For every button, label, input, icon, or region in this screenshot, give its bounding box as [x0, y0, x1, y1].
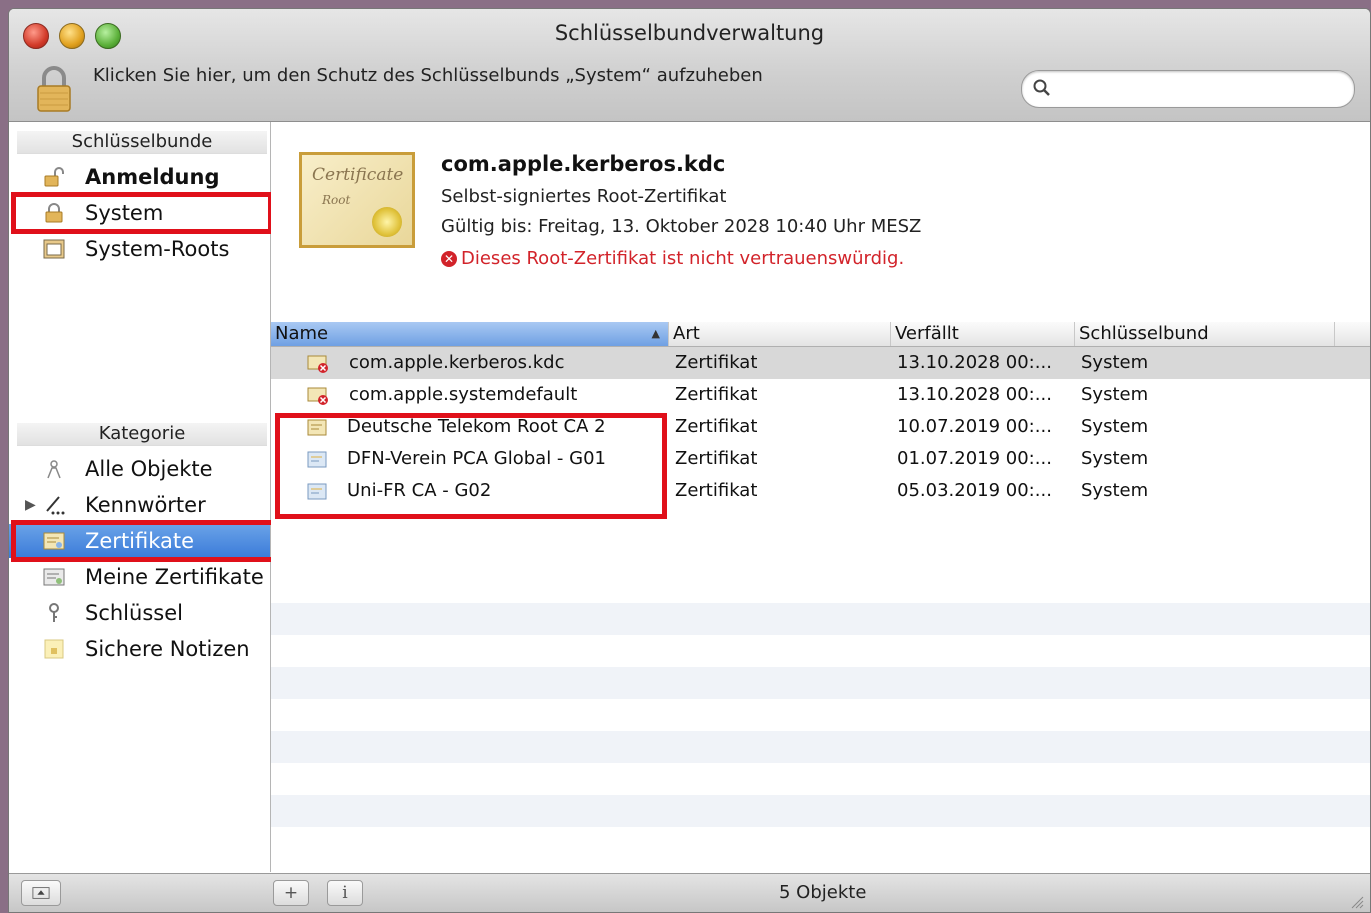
category-header: Kategorie [17, 423, 267, 446]
certificate-validity: Gültig bis: Freitag, 13. Oktober 2028 10… [441, 216, 922, 237]
certificate-subtitle: Selbst-signiertes Root-Zertifikat [441, 186, 727, 207]
cell-keychain: System [1081, 352, 1149, 373]
info-button[interactable]: i [327, 880, 363, 906]
highlight-box-certificates [275, 413, 667, 519]
cell-expires: 01.07.2019 00:... [897, 448, 1052, 469]
key-icon [49, 603, 59, 622]
untrusted-certificate-icon [307, 355, 328, 373]
cell-art: Zertifikat [675, 416, 758, 437]
cell-expires: 05.03.2019 00:... [897, 480, 1052, 501]
sidebar-item-label: Sichere Notizen [85, 637, 250, 661]
certificate-title: com.apple.kerberos.kdc [441, 152, 726, 176]
sidebar-item-label: Schlüssel [85, 601, 183, 625]
cell-keychain: System [1081, 448, 1149, 469]
highlight-box-system [11, 192, 273, 234]
column-header-schluesselbund[interactable]: Schlüsselbund [1075, 322, 1335, 346]
table-row[interactable]: com.apple.kerberos.kdc Zertifikat 13.10.… [271, 347, 1370, 379]
cell-keychain: System [1081, 416, 1149, 437]
cell-art: Zertifikat [675, 480, 758, 501]
all-items-icon [47, 460, 61, 479]
search-icon [1033, 79, 1050, 96]
error-icon: ✕ [441, 251, 457, 267]
table-row[interactable]: com.apple.systemdefault Zertifikat 13.10… [271, 379, 1370, 411]
cell-name: com.apple.systemdefault [349, 384, 578, 405]
sidebar-item-label: Kennwörter [85, 493, 206, 517]
empty-row-stripe [271, 731, 1370, 763]
sidebar-item-alle-objekte[interactable]: Alle Objekte [9, 452, 270, 486]
keychain-window: Schlüsselbundverwaltung Klicken Sie hier… [8, 8, 1371, 913]
seal-icon [372, 207, 402, 237]
cell-art: Zertifikat [675, 352, 758, 373]
password-pen-icon [46, 496, 65, 515]
disclosure-triangle-icon[interactable]: ▶ [25, 488, 36, 522]
cell-art: Zertifikat [675, 448, 758, 469]
trust-warning-text: Dieses Root-Zertifikat ist nicht vertrau… [461, 248, 905, 269]
cell-expires: 13.10.2028 00:... [897, 352, 1052, 373]
main-pane: Certificate Root com.apple.kerberos.kdc … [271, 122, 1370, 872]
search-field[interactable] [1021, 70, 1355, 108]
resize-grip-icon[interactable] [1348, 893, 1364, 909]
empty-row-stripe [271, 667, 1370, 699]
empty-row-stripe [271, 603, 1370, 635]
cell-name: com.apple.kerberos.kdc [349, 352, 565, 373]
certificate-preview-image: Certificate Root [299, 152, 415, 248]
unlock-message[interactable]: Klicken Sie hier, um den Schutz des Schl… [93, 65, 763, 86]
certificate-script-text: Certificate [312, 165, 404, 185]
eject-triangle-icon [32, 887, 50, 899]
sidebar-item-label: Anmeldung [85, 165, 220, 189]
item-count: 5 Objekte [779, 882, 867, 903]
lock-icon[interactable] [35, 65, 73, 113]
toggle-sidebar-button[interactable] [21, 880, 61, 906]
sidebar-item-schluessel[interactable]: Schlüssel [9, 596, 270, 630]
cell-expires: 13.10.2028 00:... [897, 384, 1052, 405]
certificate-root-text: Root [322, 193, 351, 207]
trust-warning: ✕ Dieses Root-Zertifikat ist nicht vertra… [441, 248, 904, 269]
sidebar-item-anmeldung[interactable]: Anmeldung [9, 160, 270, 194]
column-header-art[interactable]: Art [669, 322, 891, 346]
cell-keychain: System [1081, 480, 1149, 501]
column-header-label: Name [275, 323, 329, 344]
unlocked-padlock-icon [44, 167, 64, 187]
sidebar-item-system-roots[interactable]: System-Roots [9, 232, 270, 266]
sidebar-item-kennwoerter[interactable]: ▶ Kennwörter [9, 488, 270, 522]
sort-ascending-icon: ▲ [651, 327, 660, 340]
sidebar: Schlüsselbunde Anmeldung System System-R… [9, 122, 276, 872]
sidebar-item-label: Meine Zertifikate [85, 565, 264, 589]
search-input[interactable] [1058, 77, 1342, 101]
sidebar-item-sichere-notizen[interactable]: Sichere Notizen [9, 632, 270, 666]
window-title: Schlüsselbundverwaltung [554, 21, 825, 45]
sidebar-item-label: Alle Objekte [85, 457, 213, 481]
column-header-name[interactable]: Name ▲ [271, 322, 669, 346]
cell-art: Zertifikat [675, 384, 758, 405]
status-bar: + i 5 Objekte [9, 873, 1370, 912]
cell-keychain: System [1081, 384, 1149, 405]
my-certificate-icon [43, 568, 65, 586]
column-header-verfaellt[interactable]: Verfällt [891, 322, 1075, 346]
empty-row-stripe [271, 795, 1370, 827]
untrusted-certificate-icon [307, 387, 328, 405]
toolbar: Schlüsselbundverwaltung Klicken Sie hier… [9, 9, 1370, 122]
cell-expires: 10.07.2019 00:... [897, 416, 1052, 437]
cabinet-icon [43, 239, 65, 259]
keychains-header: Schlüsselbunde [17, 131, 267, 154]
sidebar-item-meine-zertifikate[interactable]: Meine Zertifikate [9, 560, 270, 594]
table-header: Name ▲ Art Verfällt Schlüsselbund [271, 322, 1370, 347]
highlight-box-zertifikate [11, 520, 276, 562]
sidebar-item-label: System-Roots [85, 237, 230, 261]
add-button[interactable]: + [273, 880, 309, 906]
secure-note-icon [44, 639, 64, 659]
